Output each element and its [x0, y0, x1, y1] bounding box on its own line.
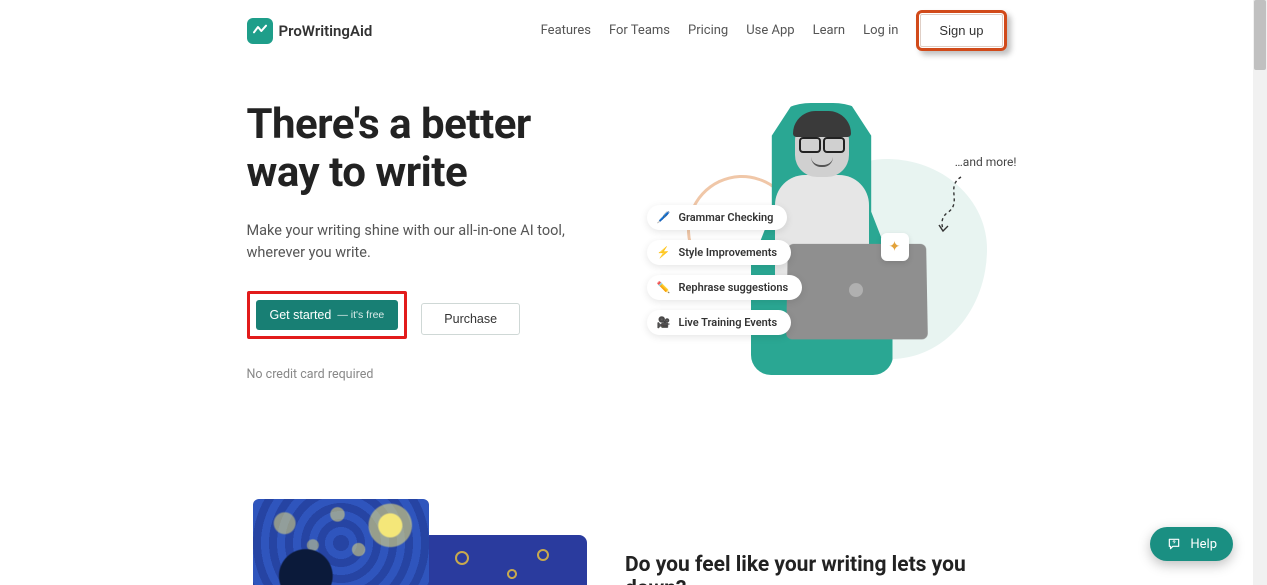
get-started-highlight: Get started — it's free — [247, 291, 408, 339]
pen-icon: 🖊️ — [657, 211, 671, 224]
hero-illustration: ✦ …and more! 🖊️ Grammar Checking ⚡ Style… — [637, 109, 1007, 389]
brand-name: ProWritingAid — [279, 22, 373, 40]
hero-title: There's a better way to write — [247, 101, 597, 198]
pill-training: 🎥 Live Training Events — [647, 310, 792, 335]
bolt-icon: ⚡ — [657, 246, 671, 259]
sparkle-icon: ✦ — [881, 233, 909, 261]
pill-rephrase: ✏️ Rephrase suggestions — [647, 275, 803, 300]
nav-learn[interactable]: Learn — [813, 23, 846, 38]
pill-style: ⚡ Style Improvements — [647, 240, 792, 265]
scrollbar[interactable] — [1253, 0, 1267, 585]
nav-pricing[interactable]: Pricing — [688, 23, 728, 38]
hero-subtitle: Make your writing shine with our all-in-… — [247, 220, 567, 265]
brand-logo-icon — [247, 18, 273, 44]
hero-left: There's a better way to write Make your … — [247, 101, 597, 389]
get-started-sublabel: — it's free — [337, 309, 384, 321]
pill-label: Live Training Events — [679, 316, 778, 329]
help-icon — [1166, 536, 1182, 552]
nav-features[interactable]: Features — [541, 23, 591, 38]
help-label: Help — [1190, 537, 1217, 552]
signup-button[interactable]: Sign up — [920, 14, 1002, 47]
pill-label: Grammar Checking — [679, 211, 774, 224]
hero: There's a better way to write Make your … — [247, 101, 1007, 389]
artwork-back — [417, 535, 587, 585]
pill-grammar: 🖊️ Grammar Checking — [647, 205, 788, 230]
purchase-button[interactable]: Purchase — [421, 303, 520, 335]
scrollbar-thumb[interactable] — [1254, 0, 1266, 70]
squiggle-arrow-icon — [935, 175, 965, 235]
and-more-label: …and more! — [955, 155, 1017, 169]
pill-label: Style Improvements — [679, 246, 778, 259]
brand[interactable]: ProWritingAid — [247, 18, 373, 44]
header: ProWritingAid Features For Teams Pricing… — [247, 0, 1007, 61]
nav-login[interactable]: Log in — [863, 23, 898, 38]
nav-for-teams[interactable]: For Teams — [609, 23, 670, 38]
pill-label: Rephrase suggestions — [679, 281, 789, 294]
artwork-front — [253, 499, 429, 585]
help-widget[interactable]: Help — [1150, 527, 1233, 561]
feature-pill-list: 🖊️ Grammar Checking ⚡ Style Improvements… — [647, 205, 803, 335]
get-started-button[interactable]: Get started — it's free — [256, 300, 399, 330]
camera-icon: 🎥 — [657, 316, 671, 329]
nav-use-app[interactable]: Use App — [746, 23, 794, 38]
no-card-note: No credit card required — [247, 367, 597, 382]
section2-heading: Do you feel like your writing lets you d… — [625, 553, 1006, 585]
get-started-label: Get started — [270, 308, 332, 322]
signup-highlight: Sign up — [916, 10, 1006, 51]
section-feel: Do you feel like your writing lets you d… — [247, 499, 1007, 585]
pencil-icon: ✏️ — [657, 281, 671, 294]
cta-row: Get started — it's free Purchase — [247, 291, 597, 339]
artwork-stack — [247, 499, 566, 585]
nav: Features For Teams Pricing Use App Learn… — [541, 10, 1007, 51]
